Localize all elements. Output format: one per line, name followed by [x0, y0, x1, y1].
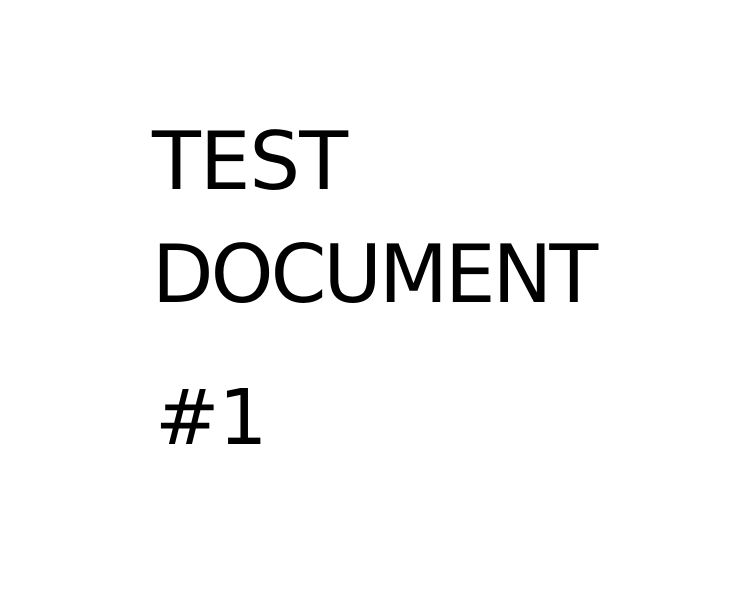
title-line-document: DOCUMENT: [152, 228, 598, 321]
document-page: TEST DOCUMENT #1: [0, 0, 750, 600]
document-number: #1: [155, 374, 268, 463]
title-line-test: TEST: [152, 115, 348, 208]
